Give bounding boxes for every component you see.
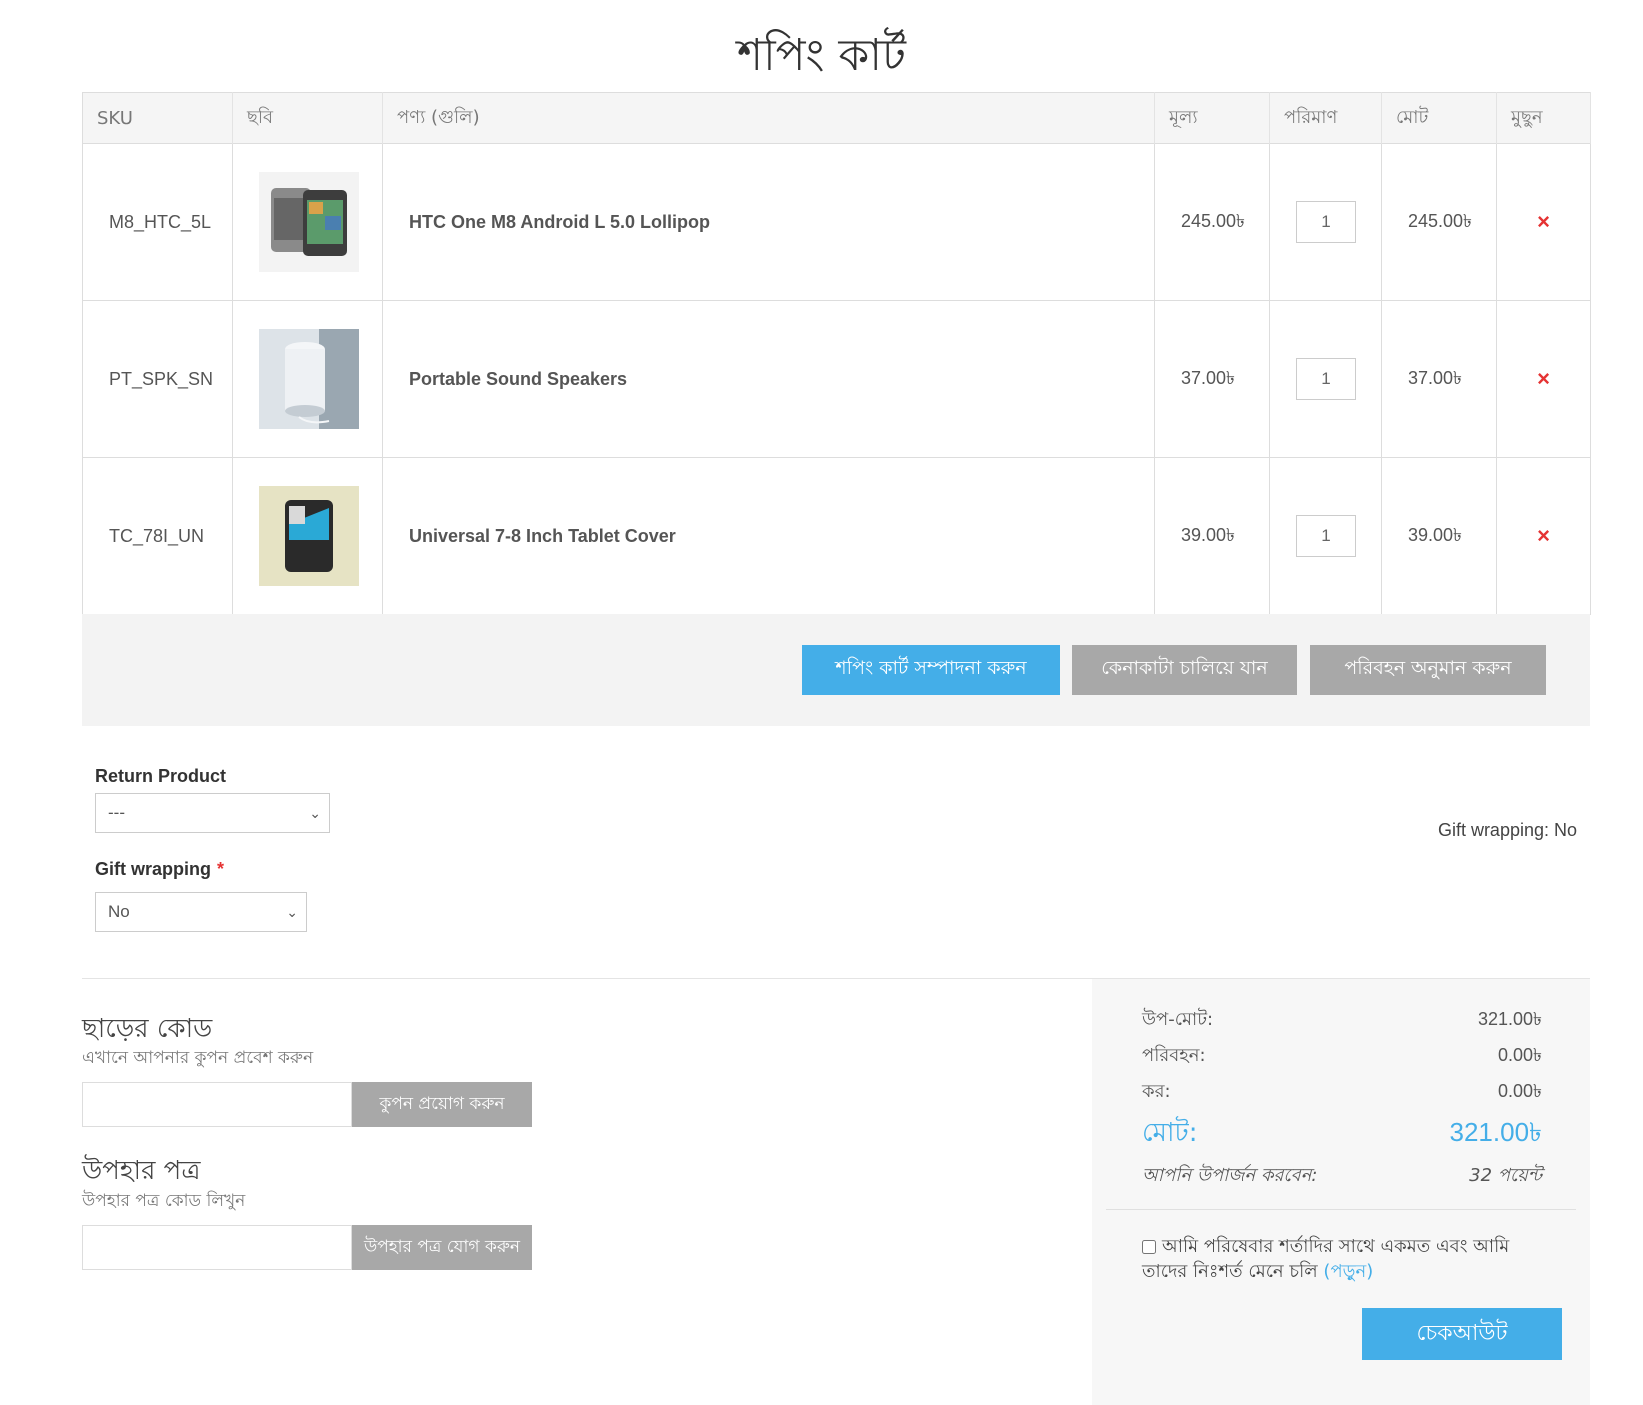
row-sku: M8_HTC_5L — [82, 143, 233, 301]
reward-points-value: 32 পয়েন্ট — [1469, 1165, 1542, 1186]
gift-wrapping-value: No — [108, 902, 130, 921]
remove-icon[interactable]: × — [1511, 366, 1576, 392]
subtotal-label: উপ-মোট: — [1142, 1009, 1214, 1030]
continue-shopping-button[interactable]: কেনাকাটা চালিয়ে যান — [1072, 645, 1297, 695]
header-product: পণ্য (গুলি) — [382, 92, 1155, 144]
header-remove: মুছুন — [1496, 92, 1591, 144]
subtotal-value: 321.00৳ — [1477, 1009, 1542, 1029]
return-product-select[interactable]: --- ⌄ — [95, 793, 330, 833]
tax-value: 0.00৳ — [1498, 1081, 1542, 1101]
gift-card-code-input[interactable] — [82, 1225, 352, 1270]
page-title: শপিং কার্ট — [737, 30, 906, 81]
quantity-input[interactable] — [1296, 515, 1356, 557]
order-total-value: 321.00৳ — [1449, 1117, 1542, 1147]
speaker-image[interactable] — [259, 329, 359, 429]
terms-read-link[interactable]: (পড়ুন) — [1323, 1261, 1373, 1282]
cart-table: SKU ছবি পণ্য (গুলি) মূল্য পরিমাণ মোট মুছ… — [82, 92, 1591, 615]
row-product-name[interactable]: Universal 7-8 Inch Tablet Cover — [382, 457, 1155, 615]
row-price: 37.00৳ — [1154, 300, 1270, 458]
required-mark: * — [217, 859, 225, 879]
checkout-button[interactable]: চেকআউট — [1362, 1308, 1562, 1360]
header-image: ছবি — [232, 92, 383, 144]
row-price: 39.00৳ — [1154, 457, 1270, 615]
reward-points-label: আপনি উপার্জন করবেন: — [1142, 1165, 1318, 1186]
cart-actions-bar: শপিং কার্ট সম্পাদনা করুন কেনাকাটা চালিয়… — [82, 614, 1590, 726]
update-cart-button[interactable]: শপিং কার্ট সম্পাদনা করুন — [802, 645, 1060, 695]
header-quantity: পরিমাণ — [1269, 92, 1382, 144]
gift-wrapping-summary: Gift wrapping: No — [1437, 820, 1577, 840]
return-product-label: Return Product — [95, 766, 227, 786]
chevron-down-icon: ⌄ — [286, 904, 298, 920]
row-product-name[interactable]: Portable Sound Speakers — [382, 300, 1155, 458]
gift-wrapping-select[interactable]: No ⌄ — [95, 892, 307, 932]
gift-card-subtitle: উপহার পত্র কোড লিখুন — [82, 1191, 246, 1211]
cart-row: TC_78I_UN Universal 7-8 Inch Tablet Cove… — [82, 457, 1591, 615]
cart-row: M8_HTC_5L HTC One M8 Android L 5.0 Lolli… — [82, 143, 1591, 301]
tablet-cover-image[interactable] — [259, 486, 359, 586]
row-total: 245.00৳ — [1381, 143, 1497, 301]
order-totals-panel: উপ-মোট: 321.00৳ পরিবহন: 0.00৳ কর: 0.00৳ … — [1092, 979, 1590, 1405]
apply-coupon-button[interactable]: কুপন প্রয়োগ করুন — [352, 1082, 532, 1127]
row-total: 39.00৳ — [1381, 457, 1497, 615]
phone-image[interactable] — [259, 172, 359, 272]
gift-wrapping-label: Gift wrapping * — [95, 859, 224, 880]
cart-header-row: SKU ছবি পণ্য (গুলি) মূল্য পরিমাণ মোট মুছ… — [82, 92, 1591, 144]
header-total: মোট — [1381, 92, 1497, 144]
terms-of-service: আমি পরিষেবার শর্তাদির সাথে একমত এবং আমি … — [1142, 1234, 1542, 1284]
order-total-label: মোট: — [1142, 1118, 1198, 1148]
gift-wrapping-label-text: Gift wrapping — [95, 859, 211, 879]
remove-icon[interactable]: × — [1511, 523, 1576, 549]
terms-checkbox[interactable] — [1142, 1240, 1156, 1254]
row-sku: TC_78I_UN — [82, 457, 233, 615]
cart-row: PT_SPK_SN Portable Sound Speakers 37.00৳… — [82, 300, 1591, 458]
header-price: মূল্য — [1154, 92, 1270, 144]
row-sku: PT_SPK_SN — [82, 300, 233, 458]
quantity-input[interactable] — [1296, 201, 1356, 243]
estimate-shipping-button[interactable]: পরিবহন অনুমান করুন — [1310, 645, 1546, 695]
remove-icon[interactable]: × — [1511, 209, 1576, 235]
return-product-value: --- — [108, 803, 125, 822]
header-sku: SKU — [82, 92, 233, 144]
shipping-label: পরিবহন: — [1142, 1045, 1206, 1066]
quantity-input[interactable] — [1296, 358, 1356, 400]
tax-label: কর: — [1142, 1081, 1171, 1102]
row-price: 245.00৳ — [1154, 143, 1270, 301]
add-gift-card-button[interactable]: উপহার পত্র যোগ করুন — [352, 1225, 532, 1270]
row-product-name[interactable]: HTC One M8 Android L 5.0 Lollipop — [382, 143, 1155, 301]
shipping-value: 0.00৳ — [1498, 1045, 1542, 1065]
coupon-subtitle: এখানে আপনার কুপন প্রবেশ করুন — [82, 1048, 314, 1068]
totals-divider — [1106, 1209, 1576, 1210]
chevron-down-icon: ⌄ — [309, 805, 321, 821]
coupon-code-input[interactable] — [82, 1082, 352, 1127]
row-total: 37.00৳ — [1381, 300, 1497, 458]
